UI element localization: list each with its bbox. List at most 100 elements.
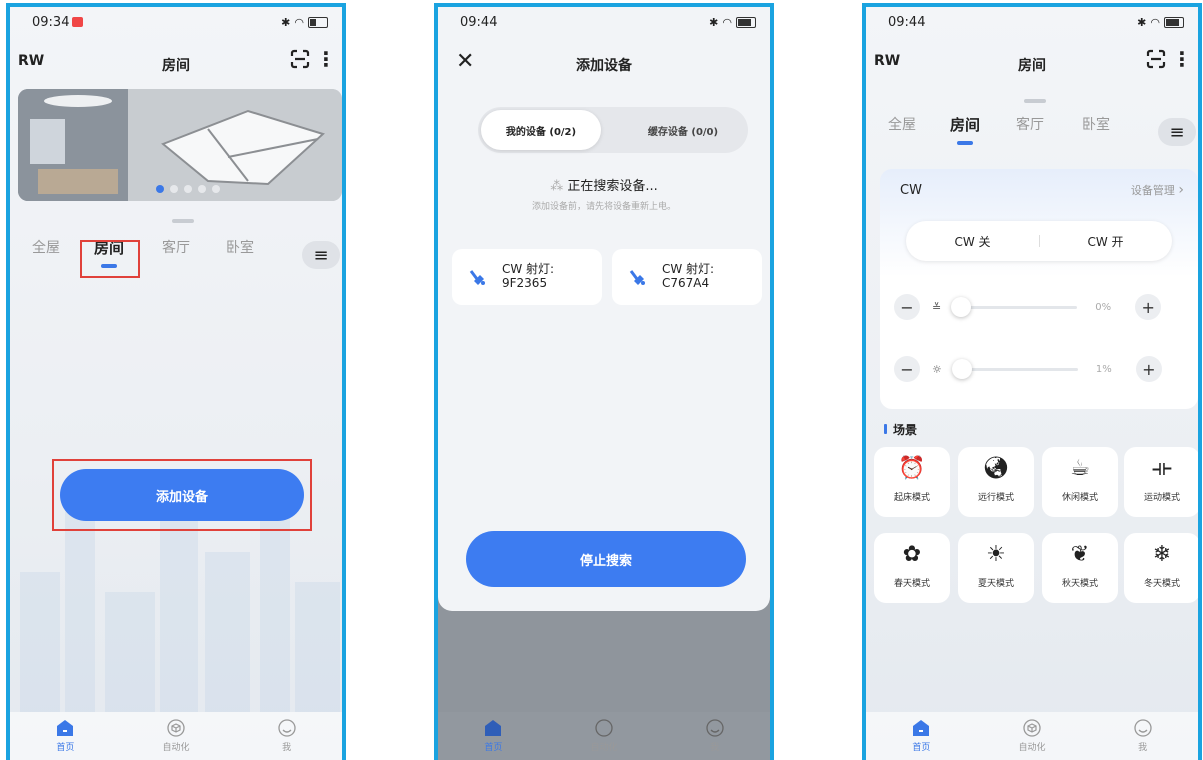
scene-spring[interactable]: ✿ 春天模式 <box>874 533 950 603</box>
status-time: 09:44 <box>460 14 498 30</box>
notification-icon <box>72 16 84 27</box>
tab-whole-house[interactable]: 全屋 <box>888 114 916 134</box>
nav-home-label: 首页 <box>56 743 75 753</box>
menu-icon: ≡ <box>1169 121 1185 143</box>
tab-bedroom[interactable]: 卧室 <box>226 237 254 257</box>
nav-me[interactable]: 我 <box>252 718 322 753</box>
nav-automation[interactable]: 自动化 <box>141 718 211 753</box>
wifi-icon: ◠ <box>1150 15 1160 29</box>
device-manage-link[interactable]: 设备管理 › <box>1131 182 1184 198</box>
highlight-box-add <box>52 459 312 531</box>
scenes-title: 场景 <box>893 423 918 437</box>
bottom-nav: 首页 自动化 我 <box>866 712 1198 760</box>
snowflake-icon: ❄︎ <box>1152 542 1172 567</box>
drag-handle[interactable] <box>1024 99 1046 103</box>
device-card[interactable]: CW 射灯: 9F2365 <box>452 249 602 305</box>
loading-spinner-icon: ⁂ <box>550 179 564 194</box>
cube-icon <box>1023 719 1041 737</box>
power-on-button[interactable]: CW 开 <box>1039 233 1172 250</box>
sunset-icon: ≚ <box>932 300 942 314</box>
scene-label: 起床模式 <box>893 493 930 503</box>
scan-icon[interactable] <box>1146 49 1166 69</box>
increase-button[interactable]: + <box>1135 356 1162 382</box>
smile-icon <box>1133 719 1152 737</box>
nav-home[interactable]: 首页 <box>458 718 528 753</box>
nav-me-label: 我 <box>282 743 292 753</box>
bottom-nav: 首页 自动化 我 <box>10 712 342 760</box>
battery-icon <box>308 16 328 28</box>
nav-automation[interactable]: 自动化 <box>569 718 639 753</box>
page-title: 添加设备 <box>576 58 632 74</box>
stop-search-button[interactable]: 停止搜索 <box>466 531 746 587</box>
spotlight-icon <box>469 270 485 285</box>
brightness-slider-row: − ☼ 1% + <box>894 354 1184 384</box>
decrease-button[interactable]: − <box>894 356 920 382</box>
tab-room[interactable]: 房间 <box>950 114 980 145</box>
banner-illustration <box>18 89 342 201</box>
tabs-menu-button[interactable]: ≡ <box>302 241 340 269</box>
scene-autumn[interactable]: ❦ 秋天模式 <box>1042 533 1118 603</box>
tab-bedroom[interactable]: 卧室 <box>1082 114 1110 134</box>
device-card[interactable]: CW 射灯: C767A4 <box>612 249 762 305</box>
scene-wake-up[interactable]: ⏰ 起床模式 <box>874 447 950 517</box>
tab-whole-house[interactable]: 全屋 <box>32 237 60 257</box>
nav-automation[interactable]: 自动化 <box>997 718 1067 753</box>
nav-automation-label: 自动化 <box>1018 743 1046 753</box>
tab-living-room[interactable]: 客厅 <box>1016 114 1044 134</box>
status-bar: 09:44 ✱ ◠ <box>438 7 770 37</box>
device-name: CW <box>900 183 922 198</box>
cube-icon <box>167 719 185 737</box>
banner-image[interactable] <box>18 89 342 201</box>
scene-winter[interactable]: ❄︎ 冬天模式 <box>1124 533 1198 603</box>
slider-thumb[interactable] <box>951 296 972 317</box>
nav-home[interactable]: 首页 <box>886 718 956 753</box>
smile-icon <box>277 719 296 737</box>
tab-living-room[interactable]: 客厅 <box>162 237 190 257</box>
power-toggle: CW 关 CW 开 <box>906 221 1172 261</box>
status-bar: 09:34 ✱ ◠ <box>10 7 342 37</box>
top-header: ✕ 添加设备 <box>438 47 770 77</box>
scene-travel[interactable]: 🌏︎ 远行模式 <box>958 447 1034 517</box>
tab-cached-devices[interactable]: 缓存设备 (0/0) <box>628 110 738 150</box>
status-time: 09:34 <box>32 14 70 30</box>
phone-screen-add-device: 09:44 ✱ ◠ ✕ 添加设备 我的设备 (0/2) 缓存设备 (0/0) ⁂ … <box>434 3 774 760</box>
phone-screen-room-device: 09:44 ✱ ◠ RW 房间 ⋮ 全屋 房间 客厅 卧室 ≡ CW 设备管理 ›… <box>862 3 1202 760</box>
scene-label: 远行模式 <box>977 493 1014 503</box>
more-icon[interactable]: ⋮ <box>316 49 336 69</box>
scene-label: 冬天模式 <box>1143 579 1180 589</box>
scene-leisure[interactable]: ☕︎ 休闲模式 <box>1042 447 1118 517</box>
drag-handle[interactable] <box>172 219 194 223</box>
tabs-menu-button[interactable]: ≡ <box>1158 118 1196 146</box>
nav-me[interactable]: 我 <box>1108 718 1178 753</box>
scene-sport[interactable]: ⟛ 运动模式 <box>1124 447 1198 517</box>
nav-me[interactable]: 我 <box>680 718 750 753</box>
scene-summer[interactable]: ☀︎ 夏天模式 <box>958 533 1034 603</box>
more-icon[interactable]: ⋮ <box>1172 49 1192 69</box>
brightness-value: 1% <box>1095 363 1112 375</box>
scene-label: 夏天模式 <box>977 579 1014 589</box>
status-bar: 09:44 ✱ ◠ <box>866 7 1198 37</box>
slider-thumb[interactable] <box>951 358 972 379</box>
device-name: CW 射灯: <box>662 262 715 276</box>
brightness-slider[interactable] <box>951 358 1078 379</box>
sun-icon: ☀︎ <box>986 542 1006 567</box>
nav-automation-label: 自动化 <box>590 743 618 753</box>
top-header: RW 房间 ⋮ <box>866 47 1198 77</box>
flower-icon: ✿ <box>902 542 922 567</box>
menu-icon: ≡ <box>313 244 329 266</box>
highlight-box-tab <box>80 240 140 278</box>
scan-icon[interactable] <box>290 49 310 69</box>
increase-button[interactable]: + <box>1135 294 1162 320</box>
scene-label: 休闲模式 <box>1061 493 1098 503</box>
battery-icon <box>736 16 756 28</box>
tab-my-devices[interactable]: 我的设备 (0/2) <box>481 110 601 150</box>
nav-home[interactable]: 首页 <box>30 718 100 753</box>
color-temp-slider[interactable] <box>951 296 1078 317</box>
decrease-button[interactable]: − <box>894 294 920 320</box>
color-temp-slider-row: − ≚ 0% + <box>894 292 1184 322</box>
coffee-icon: ☕︎ <box>1070 456 1090 481</box>
spotlight-icon <box>629 270 645 285</box>
wifi-icon: ◠ <box>722 15 732 29</box>
wifi-icon: ◠ <box>294 15 304 29</box>
power-off-button[interactable]: CW 关 <box>906 233 1039 250</box>
